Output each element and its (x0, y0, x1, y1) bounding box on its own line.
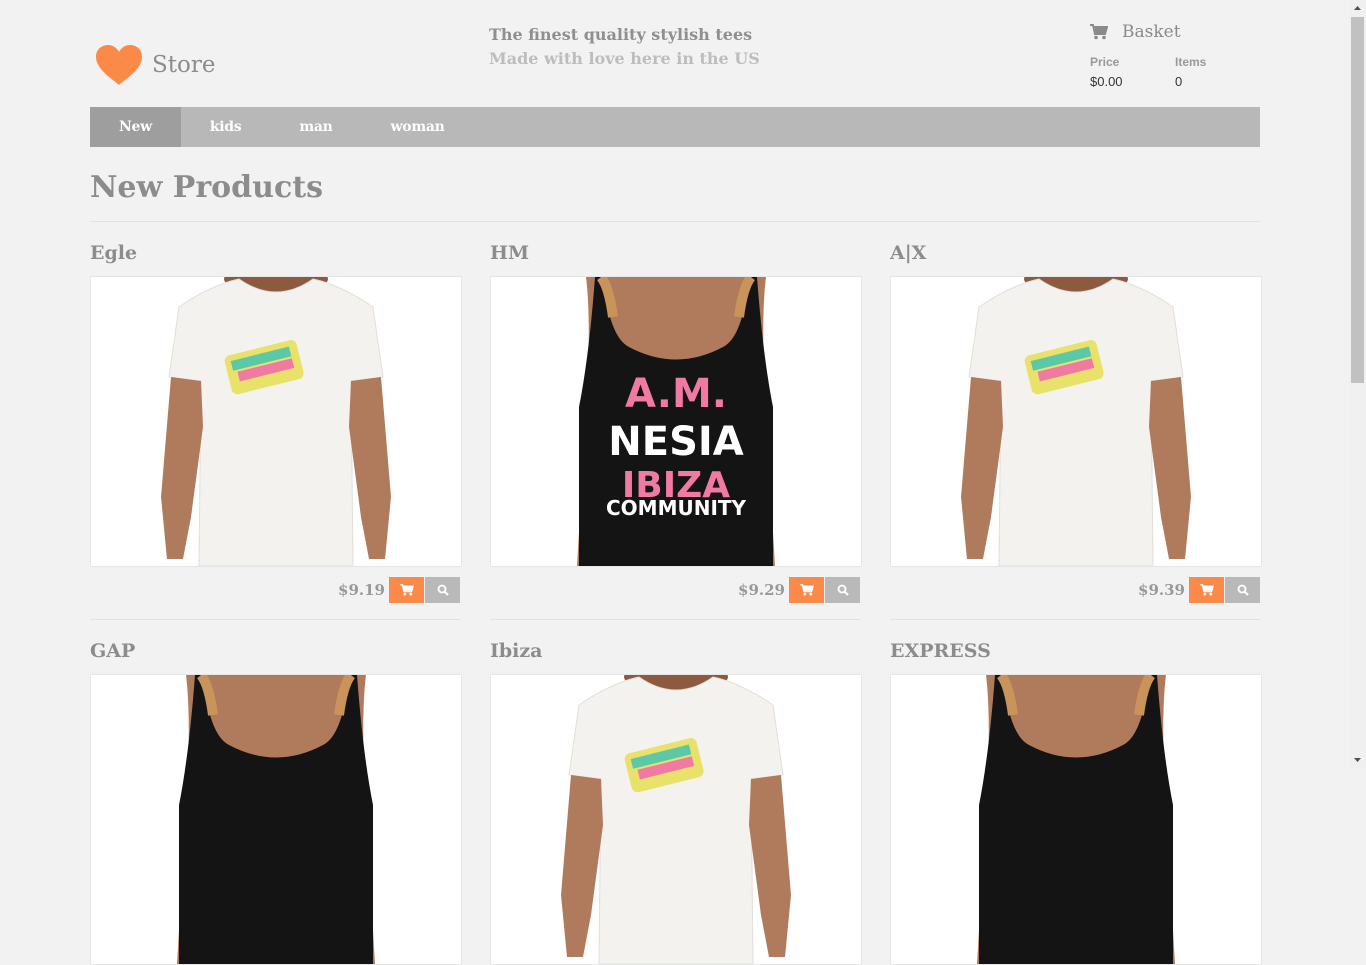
tagline: The finest quality stylish tees Made wit… (489, 23, 760, 71)
basket-price: Price $0.00 (1090, 55, 1175, 89)
scroll-up-arrow-icon[interactable] (1349, 0, 1366, 16)
nav-item-new[interactable]: New (90, 107, 181, 147)
vertical-scrollbar[interactable] (1349, 0, 1366, 768)
basket-items: Items 0 (1175, 55, 1260, 89)
tagline-line1: The finest quality stylish tees (489, 25, 753, 44)
product-footer: $9.39 (890, 577, 1260, 603)
basket-stats: Price $0.00 Items 0 (1090, 55, 1260, 89)
nav-item-kids[interactable]: kids (181, 107, 271, 147)
section-title: New Products (90, 170, 323, 205)
product-price: $9.39 (1138, 581, 1185, 599)
tagline-line2: Made with love here in the US (489, 49, 760, 68)
price-value: $0.00 (1090, 74, 1123, 89)
product-price: $9.19 (338, 581, 385, 599)
price-label: Price (1090, 55, 1120, 69)
heart-icon[interactable] (94, 44, 144, 86)
cart-icon (799, 584, 814, 596)
tank-top-illustration (177, 675, 375, 964)
print-line4: COMMUNITY (606, 496, 747, 520)
print-line2: NESIA (608, 419, 743, 465)
quick-view-button[interactable] (825, 577, 860, 603)
nav-item-woman[interactable]: woman (362, 107, 474, 147)
product-image[interactable] (90, 674, 462, 965)
cart-icon (1090, 24, 1108, 40)
add-to-cart-button[interactable] (1189, 577, 1224, 603)
cart-icon (1199, 584, 1214, 596)
print-line1: A.M. (625, 371, 727, 417)
product-name[interactable]: A|X (890, 239, 1262, 267)
product-image[interactable]: A.M. NESIA IBIZA COMMUNITY (490, 276, 862, 567)
search-icon (437, 584, 449, 596)
product-card: Egle $9.19 (90, 239, 462, 603)
quick-view-button[interactable] (1225, 577, 1260, 603)
items-value: 0 (1175, 74, 1183, 89)
product-name[interactable]: Egle (90, 239, 462, 267)
product-card: EXPRESS (890, 637, 1262, 965)
product-card: Ibiza (490, 637, 862, 965)
product-image[interactable] (90, 276, 462, 567)
product-image[interactable] (890, 276, 1262, 567)
product-name[interactable]: GAP (90, 637, 462, 665)
nav-item-man[interactable]: man (270, 107, 361, 147)
product-card: GAP (90, 637, 462, 965)
divider (490, 619, 860, 620)
divider (90, 619, 460, 620)
basket-label: Basket (1122, 22, 1181, 42)
product-footer: $9.19 (90, 577, 460, 603)
scrollbar-thumb[interactable] (1351, 17, 1364, 383)
product-card: A|X $9.39 (890, 239, 1262, 603)
scroll-down-arrow-icon[interactable] (1349, 752, 1366, 768)
product-price: $9.29 (738, 581, 785, 599)
product-footer: $9.29 (490, 577, 860, 603)
basket[interactable]: Basket Price $0.00 Items 0 (1090, 22, 1260, 89)
tshirt-illustration (961, 277, 1191, 566)
product-name[interactable]: EXPRESS (890, 637, 1262, 665)
store-name[interactable]: Store (152, 52, 215, 78)
category-nav: New kids man woman (90, 107, 1260, 147)
tank-top-illustration: A.M. NESIA IBIZA COMMUNITY (577, 277, 775, 566)
divider (90, 221, 1260, 222)
product-image[interactable] (890, 674, 1262, 965)
tank-top-illustration (977, 675, 1175, 964)
divider (890, 619, 1260, 620)
cart-icon (399, 584, 414, 596)
search-icon (837, 584, 849, 596)
items-label: Items (1175, 55, 1207, 69)
tshirt-illustration (161, 277, 391, 566)
basket-title[interactable]: Basket (1090, 22, 1260, 42)
product-name[interactable]: Ibiza (490, 637, 862, 665)
tshirt-illustration (561, 675, 791, 964)
quick-view-button[interactable] (425, 577, 460, 603)
search-icon (1237, 584, 1249, 596)
product-name[interactable]: HM (490, 239, 862, 267)
product-card: HM A.M. NESIA IBIZA COMMUNITY $9.29 (490, 239, 862, 603)
product-image[interactable] (490, 674, 862, 965)
add-to-cart-button[interactable] (389, 577, 424, 603)
add-to-cart-button[interactable] (789, 577, 824, 603)
